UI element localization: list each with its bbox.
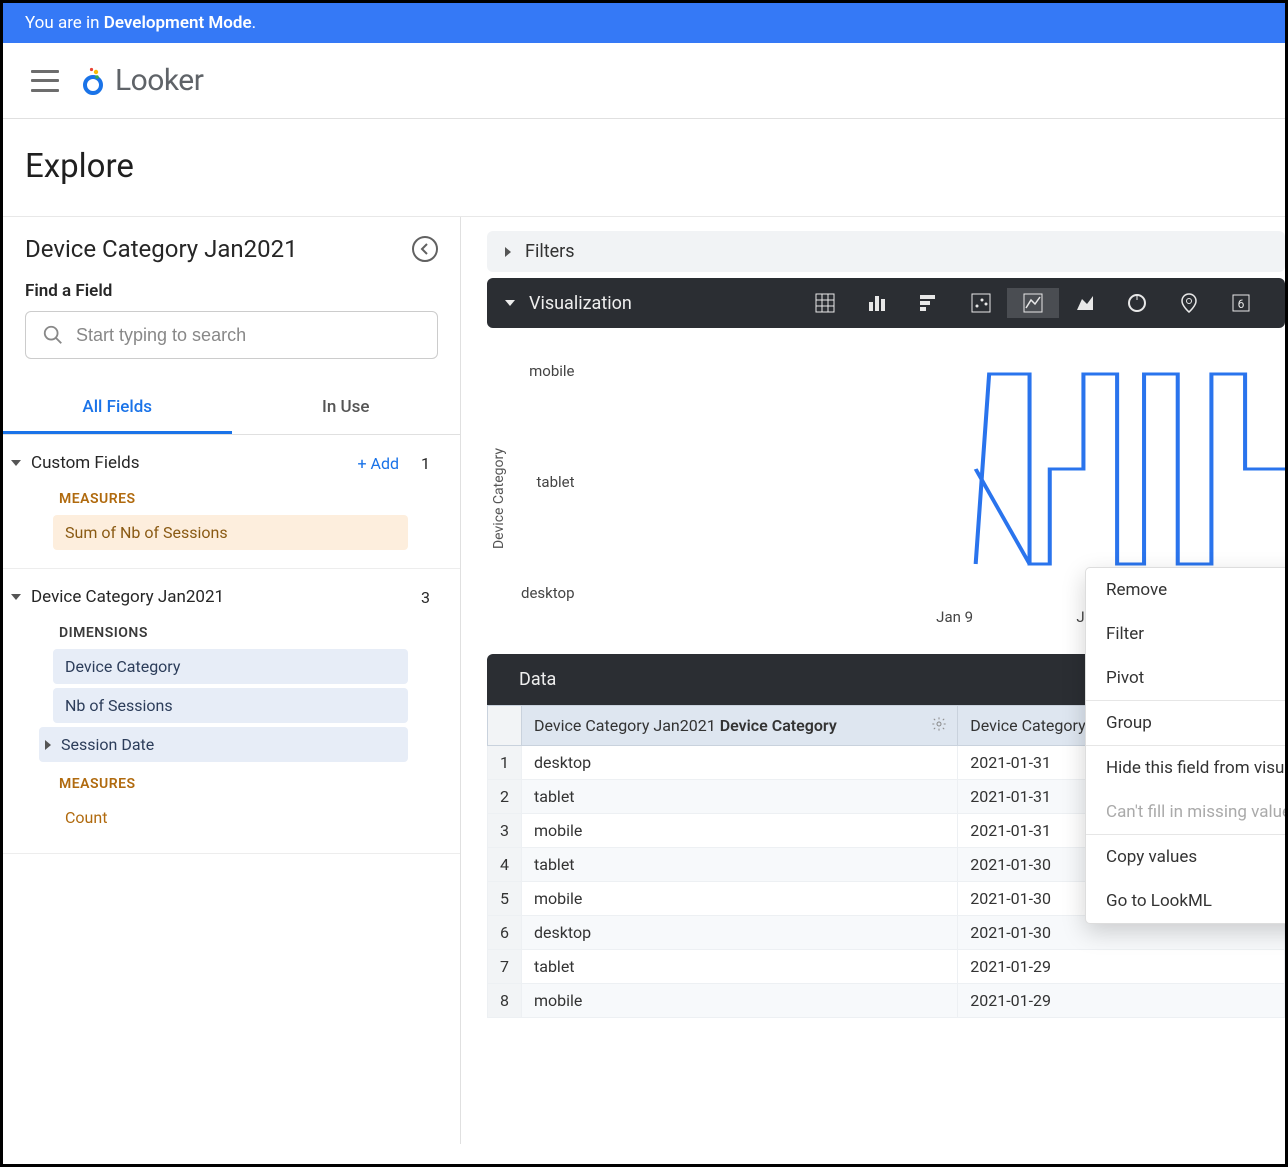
visualization-label: Visualization xyxy=(529,293,632,314)
banner-prefix: You are in xyxy=(25,13,104,33)
vis-bar-icon[interactable] xyxy=(903,288,955,318)
row-number: 3 xyxy=(488,814,522,848)
cell-device-category: mobile xyxy=(522,814,958,848)
y-label-desktop: desktop xyxy=(521,584,575,602)
vis-type-selector: 6 xyxy=(799,288,1267,318)
row-number: 7 xyxy=(488,950,522,984)
field-device-category[interactable]: Device Category xyxy=(53,649,408,684)
svg-text:6: 6 xyxy=(1238,297,1245,311)
vis-line-icon[interactable] xyxy=(1007,288,1059,318)
add-custom-field-button[interactable]: + Add xyxy=(357,454,399,473)
cell-device-category: desktop xyxy=(522,916,958,950)
tab-in-use[interactable]: In Use xyxy=(232,383,461,434)
measures-heading-2: MEASURES xyxy=(59,776,438,792)
cell-device-category: desktop xyxy=(522,746,958,780)
logo-icon xyxy=(79,67,107,95)
menu-pivot[interactable]: Pivot xyxy=(1086,656,1285,700)
view-label[interactable]: Device Category Jan2021 xyxy=(31,587,411,607)
filters-panel-header[interactable]: Filters xyxy=(487,231,1285,272)
cell-device-category: tablet xyxy=(522,848,958,882)
vis-table-icon[interactable] xyxy=(799,288,851,318)
cell-device-category: tablet xyxy=(522,780,958,814)
search-icon xyxy=(42,324,64,346)
find-field-label: Find a Field xyxy=(25,281,438,301)
menu-go-to-lookml[interactable]: Go to LookML xyxy=(1086,879,1285,923)
data-label: Data xyxy=(519,669,556,690)
col1-prefix: Device Category Jan2021 xyxy=(534,716,720,735)
rownum-header xyxy=(488,706,522,746)
explore-name: Device Category Jan2021 xyxy=(25,235,298,263)
banner-suffix: . xyxy=(252,13,256,33)
chevron-down-icon[interactable] xyxy=(11,460,21,466)
field-count[interactable]: Count xyxy=(53,800,408,835)
gear-icon[interactable] xyxy=(931,716,947,736)
logo: Looker xyxy=(79,63,203,98)
chevron-right-icon xyxy=(505,247,511,257)
line-chart xyxy=(585,354,1286,594)
field-nb-sessions[interactable]: Nb of Sessions xyxy=(53,688,408,723)
topbar: Looker xyxy=(3,43,1285,119)
y-label-tablet: tablet xyxy=(521,473,575,491)
menu-fill-missing: Can't fill in missing values xyxy=(1086,790,1285,834)
table-row[interactable]: 7tablet2021-01-29 xyxy=(488,950,1285,984)
field-sum-nb-sessions[interactable]: Sum of Nb of Sessions xyxy=(53,515,408,550)
table-row[interactable]: 8mobile2021-01-29 xyxy=(488,984,1285,1018)
search-field-box[interactable] xyxy=(25,311,438,359)
row-number: 2 xyxy=(488,780,522,814)
page-title: Explore xyxy=(3,119,1285,217)
view-field-count: 3 xyxy=(421,588,436,607)
dev-mode-banner: You are in Development Mode. xyxy=(3,3,1285,43)
logo-text: Looker xyxy=(115,63,203,98)
vis-single-icon[interactable]: 6 xyxy=(1215,288,1267,318)
filters-label: Filters xyxy=(525,241,575,262)
y-axis-labels: mobile tablet desktop xyxy=(517,354,579,642)
y-label-mobile: mobile xyxy=(521,362,575,380)
field-session-date-label: Session Date xyxy=(61,735,154,754)
field-picker-sidebar: Device Category Jan2021 Find a Field All… xyxy=(3,217,461,1144)
hamburger-icon[interactable] xyxy=(31,70,59,92)
chevron-right-icon xyxy=(45,740,51,750)
menu-remove[interactable]: Remove xyxy=(1086,568,1285,612)
cell-device-category: mobile xyxy=(522,882,958,916)
chevron-down-icon[interactable] xyxy=(11,594,21,600)
search-input[interactable] xyxy=(76,325,421,346)
vis-column-icon[interactable] xyxy=(851,288,903,318)
view-section: Device Category Jan2021 3 DIMENSIONS Dev… xyxy=(3,569,460,854)
measures-heading: MEASURES xyxy=(59,491,438,507)
menu-copy-values[interactable]: Copy values xyxy=(1086,835,1285,879)
vis-scatter-icon[interactable] xyxy=(955,288,1007,318)
y-axis-title: Device Category xyxy=(487,354,511,642)
chevron-down-icon xyxy=(505,300,515,306)
col1-field: Device Category xyxy=(720,716,837,735)
menu-filter[interactable]: Filter xyxy=(1086,612,1285,656)
cell-session-date: 2021-01-29 xyxy=(958,950,1285,984)
row-number: 8 xyxy=(488,984,522,1018)
custom-fields-section: Custom Fields + Add 1 MEASURES Sum of Nb… xyxy=(3,435,460,569)
row-number: 1 xyxy=(488,746,522,780)
vis-area-icon[interactable] xyxy=(1059,288,1111,318)
row-number: 6 xyxy=(488,916,522,950)
cell-session-date: 2021-01-29 xyxy=(958,984,1285,1018)
col-device-category[interactable]: Device Category Jan2021 Device Category xyxy=(522,706,958,746)
custom-fields-count: 1 xyxy=(421,454,436,473)
x-label-0: Jan 9 xyxy=(936,608,973,626)
back-button[interactable] xyxy=(412,236,438,262)
tab-all-fields[interactable]: All Fields xyxy=(3,383,232,434)
row-number: 4 xyxy=(488,848,522,882)
vis-map-icon[interactable] xyxy=(1163,288,1215,318)
cell-device-category: mobile xyxy=(522,984,958,1018)
visualization-panel-header[interactable]: Visualization 6 xyxy=(487,278,1285,328)
vis-donut-icon[interactable] xyxy=(1111,288,1163,318)
main-area: Filters Visualization 6 Device Category … xyxy=(461,217,1285,1144)
custom-fields-label[interactable]: Custom Fields xyxy=(31,453,347,473)
menu-hide-from-vis[interactable]: Hide this field from visualization xyxy=(1086,746,1285,790)
cell-device-category: tablet xyxy=(522,950,958,984)
row-number: 5 xyxy=(488,882,522,916)
banner-mode: Development Mode xyxy=(104,13,252,33)
column-context-menu: Remove Filter Pivot Group Hide this fiel… xyxy=(1085,567,1285,924)
dimensions-heading: DIMENSIONS xyxy=(59,625,438,641)
field-session-date[interactable]: Session Date xyxy=(39,727,408,762)
menu-group[interactable]: Group xyxy=(1086,701,1285,745)
